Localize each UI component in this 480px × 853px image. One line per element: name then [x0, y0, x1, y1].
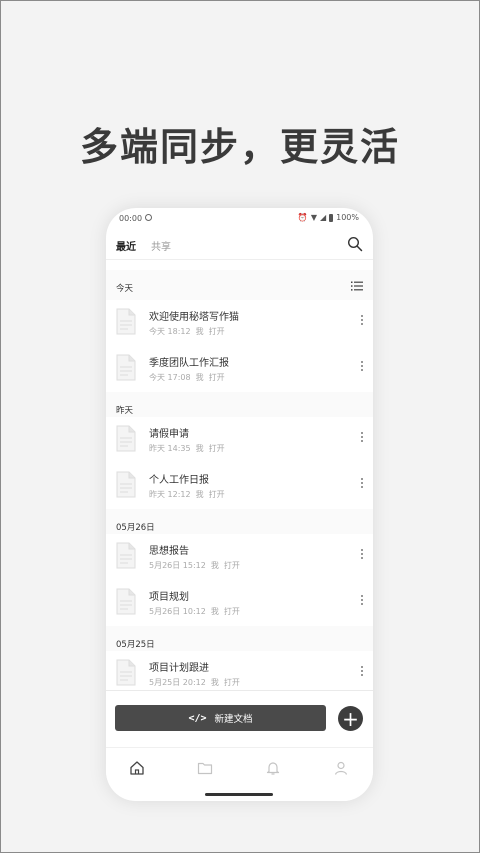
section-title: 05月25日 [116, 640, 155, 650]
new-document-label: 新建文档 [214, 714, 253, 725]
section-title: 05月26日 [116, 523, 155, 533]
more-vertical-icon[interactable] [359, 666, 365, 680]
more-vertical-icon[interactable] [359, 361, 365, 375]
home-icon[interactable] [129, 760, 145, 776]
more-vertical-icon[interactable] [359, 595, 365, 609]
document-time: 昨天 14:35 [149, 444, 191, 453]
document-title: 个人工作日报 [149, 475, 209, 486]
document-title: 项目规划 [149, 592, 189, 603]
signal-icon: ◢ [319, 213, 327, 222]
battery-icon [329, 213, 334, 222]
document-meta: 昨天 12:12 我打开 [149, 489, 230, 500]
document-time: 5月25日 20:12 [149, 678, 206, 687]
document-action: 打开 [208, 373, 225, 382]
status-time: 00:00 [119, 214, 143, 223]
alarm-icon: ⏰ [297, 213, 308, 222]
document-action: 打开 [223, 678, 240, 687]
document-meta: 5月26日 15:12 我打开 [149, 560, 245, 571]
user-icon[interactable] [333, 760, 349, 776]
wifi-icon: ▼ [310, 213, 317, 222]
document-owner: 我 [195, 490, 204, 499]
document-meta: 5月25日 20:12 我打开 [149, 677, 245, 688]
document-title: 季度团队工作汇报 [149, 358, 229, 369]
document-action: 打开 [208, 444, 225, 453]
document-title: 请假申请 [149, 429, 189, 440]
home-indicator [205, 793, 273, 796]
tab-recent[interactable]: 最近 [116, 238, 136, 253]
document-owner: 我 [210, 678, 219, 687]
document-meta: 今天 17:08 我打开 [149, 372, 230, 383]
document-meta: 昨天 14:35 我打开 [149, 443, 230, 454]
document-row[interactable]: 项目规划 5月26日 10:12 我打开 [106, 580, 373, 627]
document-time: 今天 17:08 [149, 373, 191, 382]
section-header-today: 今天 [106, 270, 373, 300]
new-document-button[interactable]: </> 新建文档 [115, 705, 326, 731]
more-vertical-icon[interactable] [359, 315, 365, 329]
list-view-icon[interactable] [351, 281, 363, 291]
document-action: 打开 [208, 490, 225, 499]
document-action: 打开 [223, 561, 240, 570]
document-time: 5月26日 15:12 [149, 561, 206, 570]
document-icon [116, 425, 136, 452]
section-title: 昨天 [116, 406, 134, 416]
app-header: 最近 共享 [106, 232, 373, 260]
document-action: 打开 [223, 607, 240, 616]
document-icon [116, 354, 136, 381]
bell-icon[interactable] [265, 760, 281, 776]
status-bar: 00:00 ⏰ ▼ ◢ 100% [106, 208, 373, 228]
document-title: 项目计划跟进 [149, 663, 209, 674]
tab-shared[interactable]: 共享 [151, 238, 171, 253]
notification-icon [145, 214, 152, 221]
document-owner: 我 [195, 373, 204, 382]
document-icon [116, 471, 136, 498]
bottom-nav [106, 747, 373, 788]
plus-icon[interactable]: + [338, 706, 363, 731]
document-icon [116, 542, 136, 569]
document-meta: 今天 18:12 我打开 [149, 326, 230, 337]
document-time: 昨天 12:12 [149, 490, 191, 499]
document-icon [116, 588, 136, 615]
document-time: 5月26日 10:12 [149, 607, 206, 616]
document-list: 今天 欢迎使用秘塔写作猫 今天 18:12 我打开 季度团队工作汇报 今天 17… [106, 260, 373, 698]
document-row[interactable]: 思想报告 5月26日 15:12 我打开 [106, 534, 373, 581]
status-icons: ⏰ ▼ ◢ 100% [298, 213, 359, 222]
document-owner: 我 [210, 561, 219, 570]
battery-level: 100% [336, 213, 359, 222]
section-title: 今天 [116, 284, 134, 294]
code-icon: </> [188, 712, 207, 724]
document-meta: 5月26日 10:12 我打开 [149, 606, 245, 617]
phone-mockup: 00:00 ⏰ ▼ ◢ 100% 最近 共享 今天 欢迎使用秘塔写作猫 今天 1… [106, 208, 373, 801]
search-icon[interactable] [347, 236, 363, 252]
document-owner: 我 [195, 327, 204, 336]
more-vertical-icon[interactable] [359, 478, 365, 492]
document-title: 欢迎使用秘塔写作猫 [149, 312, 239, 323]
document-time: 今天 18:12 [149, 327, 191, 336]
promo-headline: 多端同步，更灵活 [79, 125, 400, 169]
document-row[interactable]: 个人工作日报 昨天 12:12 我打开 [106, 463, 373, 510]
document-action: 打开 [208, 327, 225, 336]
more-vertical-icon[interactable] [359, 432, 365, 446]
document-icon [116, 659, 136, 686]
bottom-panel: </> 新建文档 + [106, 690, 373, 801]
document-row[interactable]: 季度团队工作汇报 今天 17:08 我打开 [106, 346, 373, 393]
document-owner: 我 [210, 607, 219, 616]
document-row[interactable]: 请假申请 昨天 14:35 我打开 [106, 417, 373, 464]
document-icon [116, 308, 136, 335]
document-row[interactable]: 欢迎使用秘塔写作猫 今天 18:12 我打开 [106, 300, 373, 347]
document-title: 思想报告 [149, 546, 189, 557]
folder-icon[interactable] [197, 760, 213, 776]
document-owner: 我 [195, 444, 204, 453]
more-vertical-icon[interactable] [359, 549, 365, 563]
